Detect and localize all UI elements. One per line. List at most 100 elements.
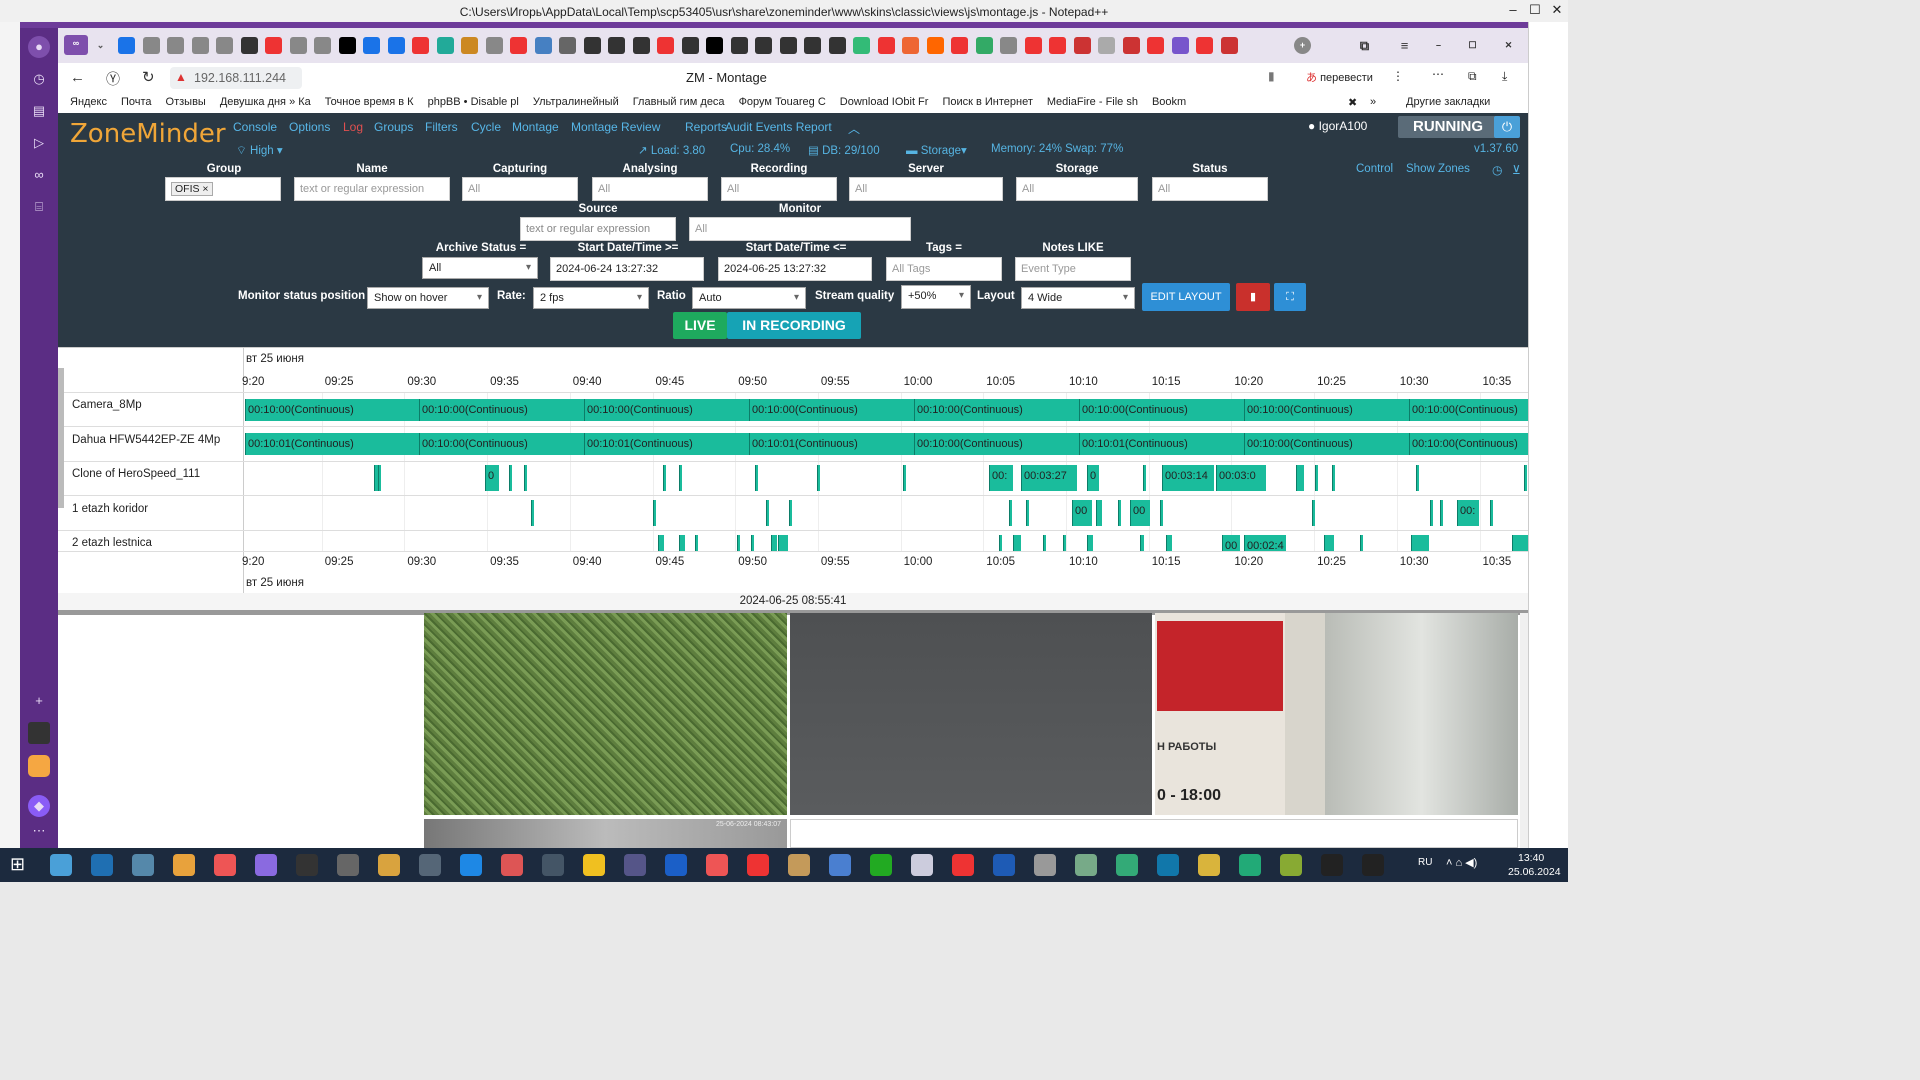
menu-icon[interactable]: ≡: [1396, 37, 1413, 54]
bandwidth-selector[interactable]: ⌔ High ▾: [236, 143, 283, 158]
bookmark-item[interactable]: Поиск в Интернет: [942, 96, 1032, 108]
browser-tab-icon[interactable]: [534, 37, 552, 54]
event-segment[interactable]: 00:: [989, 465, 1013, 491]
event-segment[interactable]: [1166, 535, 1172, 551]
stream-quality-select[interactable]: +50%: [901, 285, 971, 309]
event-segment[interactable]: [1140, 535, 1144, 551]
event-segment[interactable]: 00:10:00(Continuous): [1409, 433, 1528, 455]
browser-tab-icon[interactable]: [510, 37, 527, 54]
event-segment[interactable]: 00:10:01(Continuous): [749, 433, 914, 455]
taskbar-app-icon[interactable]: [296, 854, 318, 876]
camera-feed-2[interactable]: [790, 613, 1152, 815]
nav-groups[interactable]: Groups: [374, 120, 413, 134]
nav-montage[interactable]: Montage: [512, 120, 559, 134]
browser-tab-icon[interactable]: [412, 37, 429, 54]
taskbar-app-icon[interactable]: [378, 854, 400, 876]
zm-logo[interactable]: ZoneMinder: [70, 119, 226, 149]
browser-tab-icon[interactable]: [265, 37, 282, 54]
taskbar-app-icon[interactable]: [870, 854, 892, 876]
browser-tab-icon[interactable]: [632, 37, 650, 54]
name-input[interactable]: text or regular expression: [294, 177, 450, 201]
taskbar-app-icon[interactable]: [911, 854, 933, 876]
event-segment[interactable]: [755, 465, 758, 491]
browser-tab-icon[interactable]: [1122, 37, 1140, 54]
taskbar-app-icon[interactable]: [993, 854, 1015, 876]
storage-select[interactable]: All: [1016, 177, 1138, 201]
event-segment[interactable]: 00: [1072, 500, 1092, 526]
delete-layout-icon[interactable]: ▮: [1236, 283, 1270, 311]
taskbar-app-icon[interactable]: [583, 854, 605, 876]
camera-feed-3[interactable]: Н РАБОТЫ 0 - 18:00: [1155, 613, 1518, 815]
event-segment[interactable]: 00:10:00(Continuous): [584, 399, 749, 421]
alice-icon[interactable]: ∞: [28, 164, 50, 186]
event-segment[interactable]: [1411, 535, 1429, 551]
app-icon-2[interactable]: [28, 755, 50, 777]
browser-tab-icon[interactable]: [902, 37, 919, 54]
taskbar-app-icon[interactable]: [788, 854, 810, 876]
event-segment[interactable]: 00:10:00(Continuous): [1244, 433, 1409, 455]
event-segment[interactable]: [737, 535, 740, 551]
taskbar-app-icon[interactable]: [91, 854, 113, 876]
minimize-icon[interactable]: –: [1502, 0, 1524, 22]
source-input[interactable]: text or regular expression: [520, 217, 676, 241]
browser-tab-icon[interactable]: [559, 37, 576, 54]
browser-tab-icon[interactable]: [167, 37, 184, 54]
url-field[interactable]: ▲ 192.168.111.244: [170, 67, 302, 89]
taskbar-app-icon[interactable]: [1362, 854, 1384, 876]
browser-tab-icon[interactable]: [1147, 37, 1164, 54]
nav-console[interactable]: Console: [233, 120, 277, 134]
event-segment[interactable]: [1360, 535, 1363, 551]
clock-time[interactable]: 13:40: [1518, 852, 1544, 864]
event-segment[interactable]: [778, 535, 788, 551]
tags-select[interactable]: All Tags: [886, 257, 1002, 281]
browser-tab-icon[interactable]: [779, 37, 797, 54]
event-segment[interactable]: [999, 535, 1002, 551]
language-indicator[interactable]: RU: [1418, 857, 1432, 868]
browser-tab-icon[interactable]: [118, 37, 135, 54]
event-segment[interactable]: [531, 500, 534, 526]
event-segment[interactable]: 00:10:00(Continuous): [1409, 399, 1528, 421]
taskbar-app-icon[interactable]: [624, 854, 646, 876]
rate-select[interactable]: 2 fps: [533, 287, 649, 309]
timeline-scrollbar[interactable]: [58, 368, 64, 508]
event-segment[interactable]: 00:: [1457, 500, 1479, 526]
event-segment[interactable]: [1043, 535, 1046, 551]
start-ge-input[interactable]: 2024-06-24 13:27:32: [550, 257, 704, 281]
event-segment[interactable]: 00:10:00(Continuous): [1244, 399, 1409, 421]
filter-icon[interactable]: ⊻: [1512, 163, 1521, 177]
camera-feed-1[interactable]: [424, 613, 787, 815]
taskbar-app-icon[interactable]: [419, 854, 441, 876]
event-segment[interactable]: 00:10:00(Continuous): [749, 399, 914, 421]
bookmark-item[interactable]: Девушка дня » Ка: [220, 96, 311, 108]
browser-tab-icon[interactable]: [975, 37, 993, 54]
browser-tab-icon[interactable]: [216, 37, 233, 54]
monitor-select[interactable]: All: [689, 217, 911, 241]
taskbar-app-icon[interactable]: [1198, 854, 1220, 876]
taskbar-app-icon[interactable]: [132, 854, 154, 876]
taskbar-app-icon[interactable]: [214, 854, 236, 876]
event-segment[interactable]: [1118, 500, 1121, 526]
collections-icon-2[interactable]: ⧉: [1468, 69, 1477, 84]
browser-tab-icon[interactable]: [1196, 37, 1213, 54]
event-segment[interactable]: 0: [485, 465, 499, 491]
event-segment[interactable]: [1324, 535, 1334, 551]
close-icon[interactable]: ✕: [1546, 0, 1568, 22]
event-segment[interactable]: [1160, 500, 1163, 526]
taskbar-app-icon[interactable]: [501, 854, 523, 876]
server-select[interactable]: All: [849, 177, 1003, 201]
start-le-input[interactable]: 2024-06-25 13:27:32: [718, 257, 872, 281]
event-segment[interactable]: 00:10:00(Continuous): [1079, 399, 1244, 421]
event-segment[interactable]: 00:03:14: [1162, 465, 1214, 491]
layout-select[interactable]: 4 Wide: [1021, 287, 1135, 309]
browser-tab-icon[interactable]: [1098, 37, 1115, 54]
event-segment[interactable]: [1512, 535, 1528, 551]
bookmark-item[interactable]: Ультралинейный: [533, 96, 619, 108]
event-segment[interactable]: 00:03:0: [1216, 465, 1266, 491]
taskbar-app-icon[interactable]: [952, 854, 974, 876]
monitor-label[interactable]: 2 etazh lestnica: [72, 537, 152, 549]
browser-tab-icon[interactable]: [289, 37, 307, 54]
nav-audit-events-report[interactable]: Audit Events Report: [725, 120, 832, 134]
browser-tab-icon[interactable]: [877, 37, 895, 54]
browser-tab-icon[interactable]: [363, 37, 380, 54]
event-segment[interactable]: [751, 535, 754, 551]
